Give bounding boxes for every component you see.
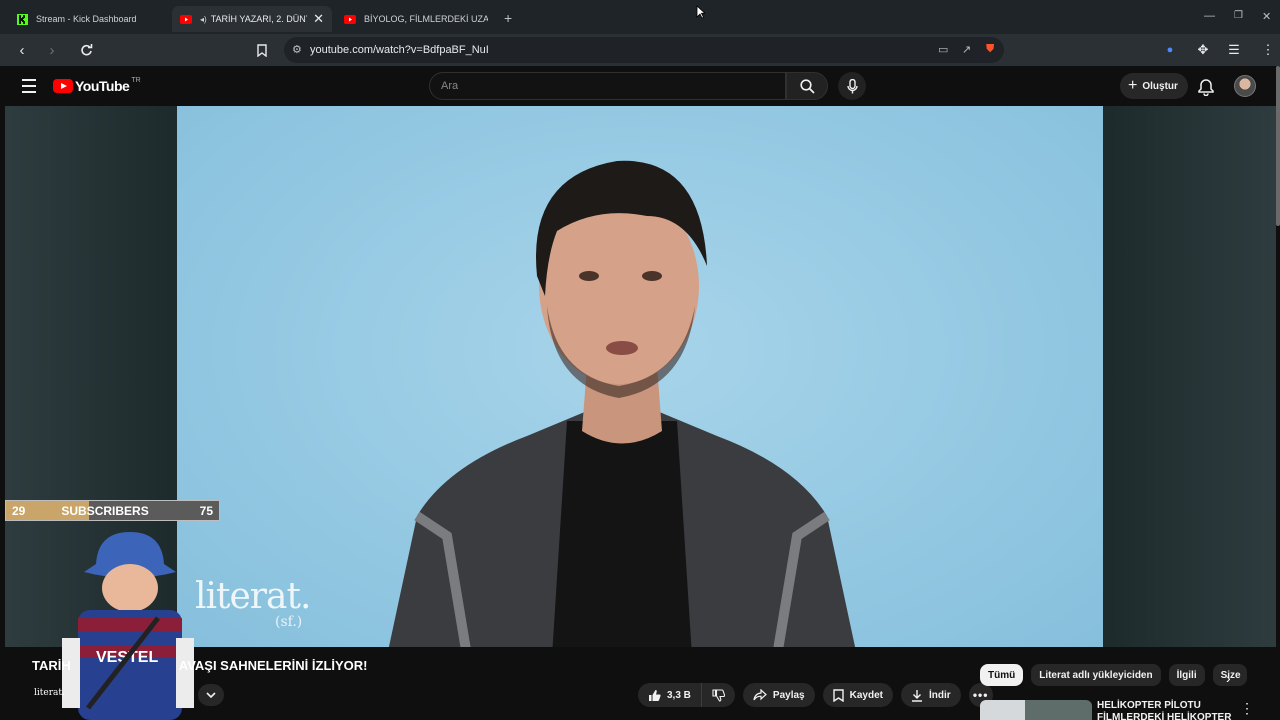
more-vertical-icon[interactable]: ⋮	[1240, 700, 1254, 717]
browser-menu-icon[interactable]: ⋮	[1258, 40, 1278, 60]
page-scrollbar[interactable]	[1276, 66, 1280, 226]
youtube-play-icon	[53, 79, 73, 93]
youtube-logo[interactable]: YouTube TR	[53, 76, 141, 94]
share-label: Paylaş	[772, 689, 805, 701]
restore-icon[interactable]: ❐	[1234, 10, 1243, 21]
tab-kick-dashboard[interactable]: Stream - Kick Dashboard	[8, 6, 172, 32]
brave-shield-icon[interactable]: ⛊	[986, 43, 994, 56]
video-frame-person	[388, 160, 856, 647]
subscriber-count: 29	[12, 503, 26, 518]
tab-label: BİYOLOG, FİLMLERDEKİ UZAYLI SAHN	[364, 14, 488, 24]
youtube-icon	[344, 13, 356, 25]
voice-search-button[interactable]	[838, 72, 866, 100]
channel-watermark: literat.	[195, 576, 311, 617]
create-label: Oluştur	[1142, 80, 1178, 92]
chip-from-uploader[interactable]: Literat adlı yükleyiciden	[1031, 664, 1161, 686]
address-bar[interactable]: ⚙ youtube.com/watch?v=BdfpaBF_NuI ▭ ↗ ⛊	[284, 37, 1004, 63]
new-tab-button[interactable]: +	[504, 10, 512, 26]
like-count: 3,3 B	[667, 689, 691, 701]
minimize-icon[interactable]: —	[1204, 10, 1215, 22]
hamburger-menu-icon[interactable]	[22, 79, 36, 97]
like-button[interactable]: 3,3 B	[638, 683, 702, 707]
recommended-title[interactable]: HELİKOPTER PİLOTU FİLMLERDEKİ HELİKOPTER	[1097, 700, 1232, 720]
share-button[interactable]: Paylaş	[742, 683, 815, 707]
tab-label: TARİH YAZARI, 2. DÜNYA SA	[210, 14, 307, 24]
forward-icon[interactable]: ›	[42, 40, 62, 60]
country-code: TR	[131, 76, 141, 84]
download-icon	[911, 689, 922, 702]
mouse-cursor-icon	[696, 5, 705, 19]
save-bookmark-icon	[832, 688, 844, 702]
search-icon	[799, 78, 815, 94]
video-title: TARİH AVAŞI SAHNELERİNİ İZLİYOR!	[32, 658, 368, 673]
search-button[interactable]	[786, 72, 828, 100]
share-page-icon[interactable]: ↗	[962, 43, 971, 56]
recommended-thumbnail[interactable]	[980, 700, 1092, 720]
close-tab-icon[interactable]: ✕	[313, 11, 324, 27]
youtube-header: YouTube TR Ara + Oluştur	[0, 66, 1280, 106]
save-label: Kaydet	[849, 689, 883, 701]
download-button[interactable]: İndir	[900, 683, 961, 707]
extension-blue-icon[interactable]: ●	[1160, 40, 1180, 60]
playlist-icon[interactable]: ☰	[1224, 40, 1244, 60]
save-button[interactable]: Kaydet	[822, 683, 893, 707]
chevron-down-icon	[206, 691, 216, 698]
video-actions: 3,3 B Paylaş Kaydet İndir •••	[638, 683, 993, 707]
search-placeholder: Ara	[441, 80, 459, 92]
thumbs-up-icon	[649, 689, 661, 701]
share-icon	[753, 689, 767, 701]
related-filter-chips: Tümü Literat adlı yükleyiciden İlgili Si…	[980, 664, 1247, 686]
channel-avatar[interactable]: literat.	[34, 688, 65, 698]
video-player[interactable]: literat. (sf.)	[177, 106, 1103, 647]
channel-watermark-sub: (sf.)	[275, 614, 303, 630]
video-title-end: AVAŞI SAHNELERİNİ İZLİYOR!	[178, 658, 368, 673]
close-window-icon[interactable]: ✕	[1262, 10, 1271, 23]
thumbs-down-icon	[712, 688, 725, 702]
download-label: İndir	[928, 689, 951, 701]
microphone-icon	[846, 78, 858, 93]
bookmark-icon[interactable]	[252, 40, 272, 60]
recommended-video[interactable]: HELİKOPTER PİLOTU FİLMLERDEKİ HELİKOPTER…	[980, 698, 1270, 720]
create-button[interactable]: + Oluştur	[1120, 73, 1188, 99]
streamer-avatar-overlay: VESTEL	[62, 532, 194, 720]
like-dislike-group: 3,3 B	[638, 683, 735, 707]
reload-icon[interactable]	[76, 40, 96, 60]
tab-label: Stream - Kick Dashboard	[36, 14, 137, 24]
tab-tarih-yazari[interactable]: ◂) TARİH YAZARI, 2. DÜNYA SA ✕	[172, 6, 332, 32]
chip-related[interactable]: İlgili	[1168, 664, 1205, 686]
subscriber-label: SUBSCRIBERS	[61, 503, 149, 518]
url-text: youtube.com/watch?v=BdfpaBF_NuI	[310, 44, 489, 56]
chip-all[interactable]: Tümü	[980, 664, 1024, 686]
notifications-bell-icon[interactable]	[1197, 78, 1215, 96]
browser-tabstrip: Stream - Kick Dashboard ◂) TARİH YAZARI,…	[0, 0, 1280, 34]
cast-icon[interactable]: ▭	[938, 43, 948, 56]
account-avatar[interactable]	[1234, 75, 1256, 97]
site-info-icon[interactable]: ⚙	[292, 43, 302, 56]
browser-toolbar: ‹ › ⚙ youtube.com/watch?v=BdfpaBF_NuI ▭ …	[0, 34, 1280, 66]
search-input[interactable]: Ara	[429, 72, 786, 100]
tab-biyolog[interactable]: BİYOLOG, FİLMLERDEKİ UZAYLI SAHN	[336, 6, 496, 32]
dislike-button[interactable]	[701, 683, 735, 707]
chevron-right-icon[interactable]: ›	[1226, 670, 1231, 686]
speaker-icon[interactable]: ◂)	[200, 15, 207, 24]
extensions-icon[interactable]: ✥	[1193, 40, 1213, 60]
youtube-wordmark: YouTube	[75, 78, 130, 94]
subscriber-goal: 75	[199, 503, 213, 518]
kick-icon	[16, 13, 28, 25]
subscriber-goal-overlay: 29 SUBSCRIBERS 75	[5, 500, 220, 521]
youtube-icon	[180, 13, 192, 25]
plus-icon: +	[1128, 77, 1138, 94]
video-title-start: TARİH	[32, 658, 71, 673]
back-icon[interactable]: ‹	[12, 40, 32, 60]
subscribe-dropdown-button[interactable]	[198, 684, 224, 706]
